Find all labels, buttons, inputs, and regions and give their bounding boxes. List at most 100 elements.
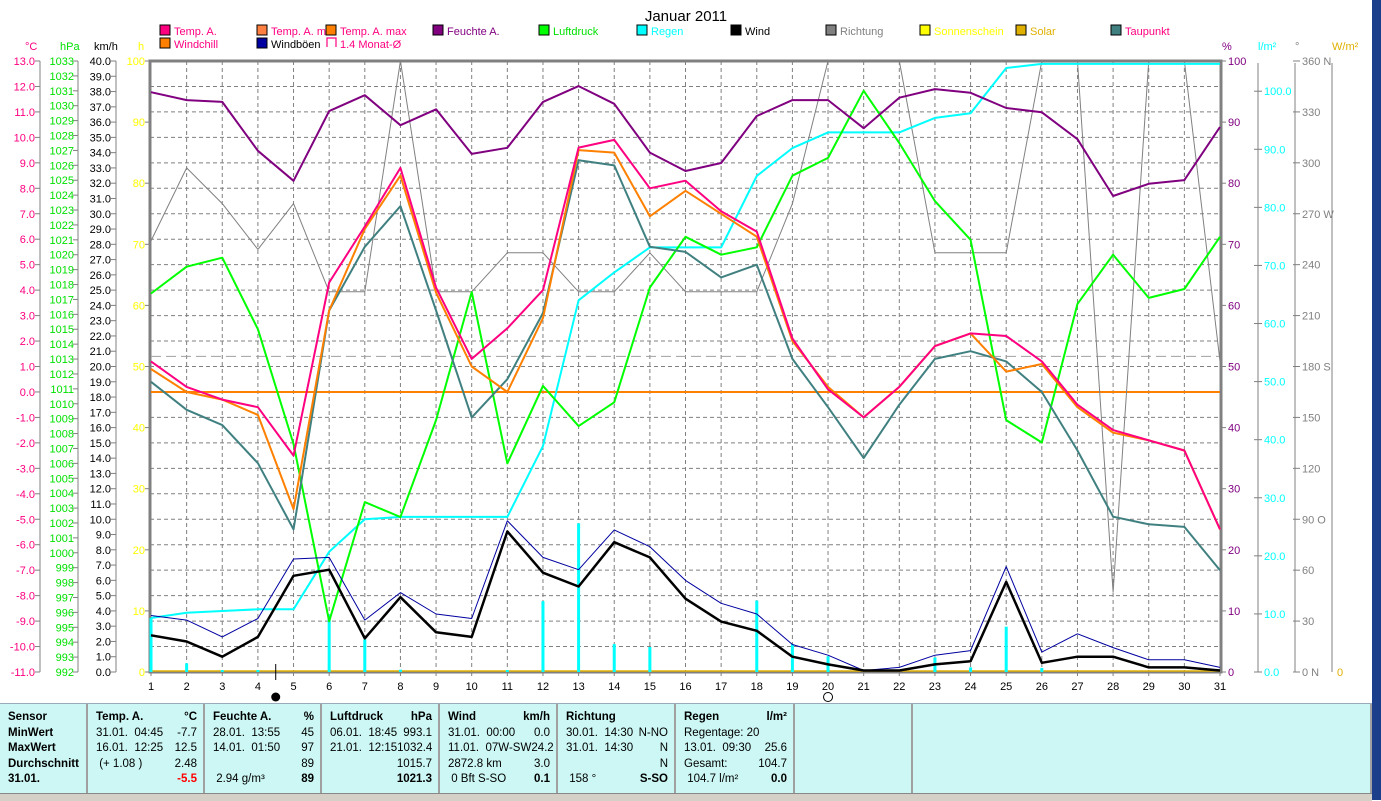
h-tick-label: 10 [133, 606, 145, 618]
x-tick-label: 30 [1178, 681, 1190, 693]
legend-swatch [257, 25, 267, 35]
x-tick-label: 16 [679, 681, 691, 693]
stats-header-unit: l/m² [767, 710, 787, 726]
x-tick-label: 1 [148, 681, 154, 693]
deg-tick-label: 360 N [1302, 56, 1331, 68]
legend-swatch [160, 38, 170, 48]
legend-label: Regen [651, 26, 683, 38]
kmh-tick-label: 9.0 [96, 530, 111, 542]
kmh-tick-label: 21.0 [90, 346, 111, 358]
legend-label: Temp. A. min [271, 26, 335, 38]
stats-column: Feuchte A.%28.01. 13:554514.01. 01:50978… [205, 704, 322, 794]
hpa-tick-label: 997 [56, 592, 74, 604]
stats-row: 11.01. 07W-SW24.2 [448, 741, 550, 757]
kmh-tick-label: 19.0 [90, 377, 111, 389]
h-tick-label: 20 [133, 545, 145, 557]
rain-tick-label: 50.0 [1264, 377, 1285, 389]
stats-row: 2872.8 km3.0 [448, 757, 550, 773]
hpa-tick-label: 1023 [50, 205, 74, 217]
stats-header-unit: hPa [411, 710, 432, 726]
deg-tick-label: 180 S [1302, 362, 1331, 374]
hpa-tick-label: 1003 [50, 503, 74, 515]
kmh-tick-label: 39.0 [90, 71, 111, 83]
hpa-tick-label: 1020 [50, 250, 74, 262]
legend-label: Luftdruck [553, 26, 599, 38]
x-tick-label: 28 [1107, 681, 1119, 693]
rain-tick-label: 20.0 [1264, 551, 1285, 563]
stats-row: (+ 1.08 )2.48 [96, 757, 197, 773]
stats-header-row: Temp. A.°C [96, 710, 197, 726]
stats-cell-value: N-NO [639, 726, 668, 742]
stats-column: Richtung30.01. 14:30N-NO31.01. 14:30NN 1… [558, 704, 676, 794]
stats-header-row: Sensor [8, 710, 80, 726]
pct-tick-label: 70 [1228, 239, 1240, 251]
stats-cell-label: 14.01. 01:50 [213, 741, 280, 757]
rain-bar [150, 618, 153, 672]
kmh-tick-label: 25.0 [90, 285, 111, 297]
stats-cell-label: 21.01. 12:15 [330, 741, 397, 757]
rain-bar [185, 663, 188, 672]
stats-cell-value: 0.0 [534, 726, 550, 742]
legend-label: Temp. A. [174, 26, 217, 38]
x-tick-label: 6 [326, 681, 332, 693]
stats-cell-label: Gesamt: [684, 757, 727, 773]
legend-swatch [731, 25, 741, 35]
rain-bar [613, 644, 616, 672]
stats-cell-label: 2872.8 km [448, 757, 502, 773]
x-tick-label: 9 [433, 681, 439, 693]
rain-tick-label: 80.0 [1264, 202, 1285, 214]
stats-header-label: Feuchte A. [213, 710, 271, 726]
legend-label: Solar [1030, 26, 1056, 38]
h-tick-label: 40 [133, 423, 145, 435]
x-tick-label: 27 [1071, 681, 1083, 693]
stats-cell-value: 12.5 [175, 741, 197, 757]
kmh-tick-label: 17.0 [90, 407, 111, 419]
deg-tick-label: 330 [1302, 107, 1320, 119]
pct-tick-label: 40 [1228, 423, 1240, 435]
stats-row: 31.01. 04:45-7.7 [96, 726, 197, 742]
kmh-tick-label: 8.0 [96, 545, 111, 557]
x-tick-label: 11 [502, 681, 513, 693]
stats-header-label: Luftdruck [330, 710, 383, 726]
x-tick-label: 29 [1143, 681, 1155, 693]
rain-axis-unit: l/m² [1258, 41, 1277, 53]
pct-tick-label: 100 [1228, 56, 1246, 68]
stats-cell-value: N [660, 741, 668, 757]
stats-cell-label: 158 ° [566, 772, 596, 788]
hpa-tick-label: 1033 [50, 56, 74, 68]
hpa-tick-label: 992 [56, 667, 74, 679]
hpa-tick-label: 1007 [50, 443, 74, 455]
kmh-tick-label: 34.0 [90, 148, 111, 160]
legend-label: Temp. A. max [340, 26, 407, 38]
hpa-tick-label: 993 [56, 652, 74, 664]
legend-label: Sonnenschein [934, 26, 1004, 38]
stats-cell-value: 0.1 [534, 772, 550, 788]
stats-row: 31.01. 00:000.0 [448, 726, 550, 742]
kmh-tick-label: 40.0 [90, 56, 111, 68]
deg-tick-label: 0 N [1302, 667, 1319, 679]
hpa-tick-label: 1006 [50, 458, 74, 470]
stats-header-row: Luftdruck hPa [330, 710, 432, 726]
deg-tick-label: 90 O [1302, 514, 1326, 526]
stats-row: 2.94 g/m³89 [213, 772, 314, 788]
stats-cell-value: 104.7 [758, 757, 787, 773]
x-tick-label: 14 [608, 681, 620, 693]
stats-cell-label: 31.01. 04:45 [96, 726, 163, 742]
stats-cell-label: 30.01. 14:30 [566, 726, 633, 742]
deg-tick-label: 210 [1302, 311, 1320, 323]
x-tick-label: 2 [184, 681, 190, 693]
h-tick-label: 50 [133, 362, 145, 374]
stats-cell-label: 16.01. 12:25 [96, 741, 163, 757]
deg-axis-unit: ° [1295, 41, 1299, 53]
stats-header-label: Regen [684, 710, 719, 726]
temp-tick-label: 4.0 [20, 285, 35, 297]
stats-cell-label: 104.7 l/m² [684, 772, 738, 788]
kmh-tick-label: 14.0 [90, 453, 111, 465]
stats-cell-value: 25.6 [765, 741, 787, 757]
deg-tick-label: 120 [1302, 463, 1320, 475]
stats-header-row: Richtung [566, 710, 668, 726]
stats-column: Windkm/h31.01. 00:000.011.01. 07W-SW24.2… [440, 704, 558, 794]
h-axis-unit: h [138, 41, 144, 53]
stats-header-row: Regen l/m² [684, 710, 787, 726]
hpa-tick-label: 1031 [50, 86, 74, 98]
